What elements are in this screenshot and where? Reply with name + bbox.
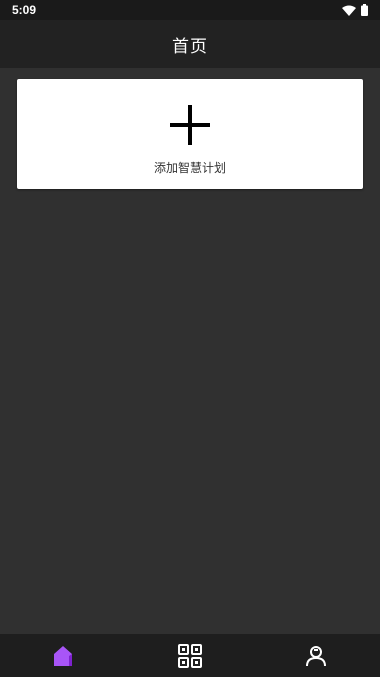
- scan-grid-icon: [178, 643, 202, 668]
- plus-icon: [170, 105, 210, 145]
- page-title: 首页: [172, 36, 208, 57]
- add-plan-label: 添加智慧计划: [153, 161, 226, 175]
- status-icons: [342, 4, 368, 16]
- battery-icon: [361, 4, 368, 16]
- bottom-nav: [0, 634, 380, 677]
- status-time: 5:09: [12, 3, 37, 17]
- app-bar: 首页: [0, 20, 380, 68]
- home-icon: [54, 645, 72, 666]
- nav-item-scan[interactable]: [127, 634, 253, 677]
- add-plan-card[interactable]: 添加智慧计划: [17, 79, 363, 189]
- wifi-icon: [342, 5, 356, 16]
- nav-item-home[interactable]: [0, 634, 126, 677]
- status-bar: 5:09: [0, 0, 380, 20]
- nav-item-profile[interactable]: [253, 634, 379, 677]
- person-icon: [306, 645, 326, 666]
